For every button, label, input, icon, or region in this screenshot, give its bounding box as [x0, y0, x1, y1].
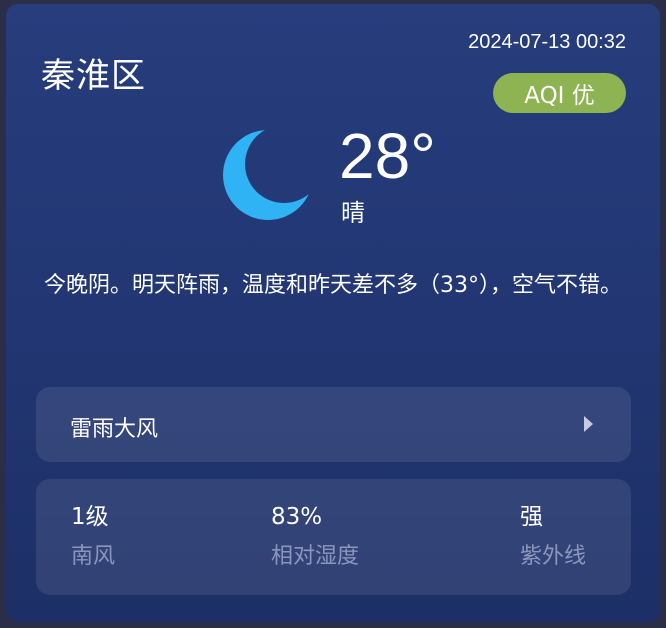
stat-humidity-label: 相对湿度	[271, 544, 360, 569]
weather-card: 秦淮区 2024-07-13 00:32 AQI 优 28° 晴 今晚阴。明天阵…	[6, 4, 660, 622]
stat-wind: 1级 南风	[71, 501, 115, 573]
forecast-summary: 今晚阴。明天阵雨，温度和昨天差不多（33°），空气不错。	[44, 273, 622, 298]
weather-alert-label: 雷雨大风	[70, 417, 159, 442]
weather-condition: 晴	[341, 199, 365, 227]
stat-uv-value: 强	[520, 504, 543, 530]
aqi-badge[interactable]: AQI 优	[493, 73, 626, 113]
location-name: 秦淮区	[41, 56, 146, 96]
stat-wind-value: 1级	[71, 504, 109, 530]
stat-uv: 强 紫外线	[520, 501, 586, 573]
stat-uv-label: 紫外线	[520, 544, 587, 569]
current-temperature: 28°	[339, 120, 436, 192]
stat-humidity-value: 83%	[271, 504, 323, 530]
aqi-badge-label: AQI 优	[524, 83, 595, 109]
moon-icon	[223, 130, 313, 220]
stat-wind-label: 南风	[71, 544, 116, 569]
weather-stats-panel: 1级 南风 83% 相对湿度 强 紫外线	[36, 479, 631, 595]
update-timestamp: 2024-07-13 00:32	[468, 31, 626, 53]
chevron-right-icon	[584, 416, 593, 432]
stat-humidity: 83% 相对湿度	[271, 501, 359, 573]
weather-alert-bar[interactable]: 雷雨大风	[36, 387, 631, 462]
